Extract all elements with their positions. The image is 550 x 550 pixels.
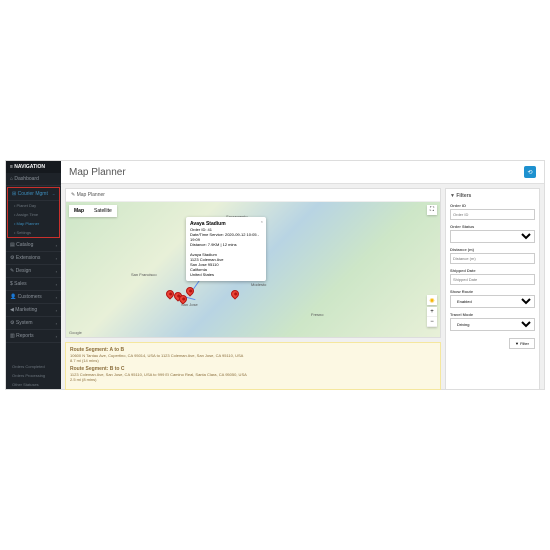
sidebar-system[interactable]: ⚙ System› xyxy=(6,317,61,330)
shipped-input[interactable] xyxy=(450,274,535,285)
nav-title: ≡ NAVIGATION xyxy=(6,161,61,173)
map-marker[interactable] xyxy=(229,288,240,299)
sidebar-catalog[interactable]: ▤ Catalog› xyxy=(6,239,61,252)
sidebar-courier-group: ⊞ Courier Mgmt− • Planet Day • Assign Ti… xyxy=(7,187,60,238)
sidebar-sub-settings[interactable]: • Settings xyxy=(8,228,59,237)
distance-input[interactable] xyxy=(450,253,535,264)
filters-panel: ▼ Filters Order ID Order Status Distance… xyxy=(445,188,540,390)
label-mode: Travel Mode xyxy=(450,312,535,317)
sidebar-footer-1: Orders Completed xyxy=(6,362,61,371)
zoom-out-button[interactable]: − xyxy=(427,317,437,327)
map-tab-satellite[interactable]: Satellite xyxy=(89,205,117,217)
city-label: San Francisco xyxy=(131,272,157,277)
close-icon[interactable]: × xyxy=(261,219,263,224)
sidebar-customers[interactable]: 👤 Customers› xyxy=(6,291,61,304)
label-route: Show Route xyxy=(450,289,535,294)
page-title: Map Planner xyxy=(69,167,126,178)
panel-title: ✎ Map Planner xyxy=(66,189,440,202)
sidebar-footer-2: Orders Processing xyxy=(6,371,61,380)
label-order-id: Order ID xyxy=(450,203,535,208)
map[interactable]: Map Satellite ⛶ ◉ + − Sacramento San Fra… xyxy=(66,202,440,337)
map-tab-map[interactable]: Map xyxy=(69,205,89,217)
sidebar-sub-planet[interactable]: • Planet Day xyxy=(8,201,59,210)
route-select[interactable]: Enabled xyxy=(450,295,535,308)
status-select[interactable] xyxy=(450,230,535,243)
label-status: Order Status xyxy=(450,224,535,229)
sidebar-reports[interactable]: ▥ Reports› xyxy=(6,330,61,343)
city-label: Fresno xyxy=(311,312,323,317)
zoom-in-button[interactable]: + xyxy=(427,307,437,317)
refresh-button[interactable]: ⟲ xyxy=(524,166,536,178)
zoom-controls: + − xyxy=(427,307,437,327)
map-panel: ✎ Map Planner Map Satellite ⛶ ◉ + − Sacr… xyxy=(65,188,441,338)
google-logo: Google xyxy=(69,330,82,335)
order-id-input[interactable] xyxy=(450,209,535,220)
sidebar-footer-3: Other Statuses xyxy=(6,380,61,389)
sidebar-sub-map[interactable]: • Map Planner xyxy=(8,219,59,228)
fullscreen-icon[interactable]: ⛶ xyxy=(427,205,437,215)
filters-title: ▼ Filters xyxy=(450,193,535,199)
label-distance: Distance (m) xyxy=(450,247,535,252)
chevron-down-icon: − xyxy=(53,192,55,197)
sidebar-extensions[interactable]: ⚙ Extensions› xyxy=(6,252,61,265)
filter-button[interactable]: ▼ Filter xyxy=(509,338,535,349)
sidebar: ≡ NAVIGATION ⌂ Dashboard ⊞ Courier Mgmt−… xyxy=(6,161,61,389)
sidebar-design[interactable]: ✎ Design› xyxy=(6,265,61,278)
sidebar-courier[interactable]: ⊞ Courier Mgmt− xyxy=(8,188,59,201)
pegman-icon[interactable]: ◉ xyxy=(427,295,437,305)
sidebar-marketing[interactable]: ◀ Marketing› xyxy=(6,304,61,317)
route-segments: Route Segment: A to B 10600 N Tantau Ave… xyxy=(65,342,441,390)
map-infobox: × Avaya Stadium Order ID: 41 Date/Time S… xyxy=(186,217,266,281)
map-type-tabs: Map Satellite xyxy=(69,205,117,217)
header: Map Planner ⟲ xyxy=(61,161,544,184)
sidebar-sales[interactable]: $ Sales› xyxy=(6,278,61,291)
sidebar-dashboard[interactable]: ⌂ Dashboard xyxy=(6,173,61,186)
city-label: Modesto xyxy=(251,282,266,287)
sidebar-sub-assign[interactable]: • Assign Time xyxy=(8,210,59,219)
main: Map Planner ⟲ ✎ Map Planner Map Satellit… xyxy=(61,161,544,389)
label-shipped: Shipped Date xyxy=(450,268,535,273)
mode-select[interactable]: Driving xyxy=(450,318,535,331)
